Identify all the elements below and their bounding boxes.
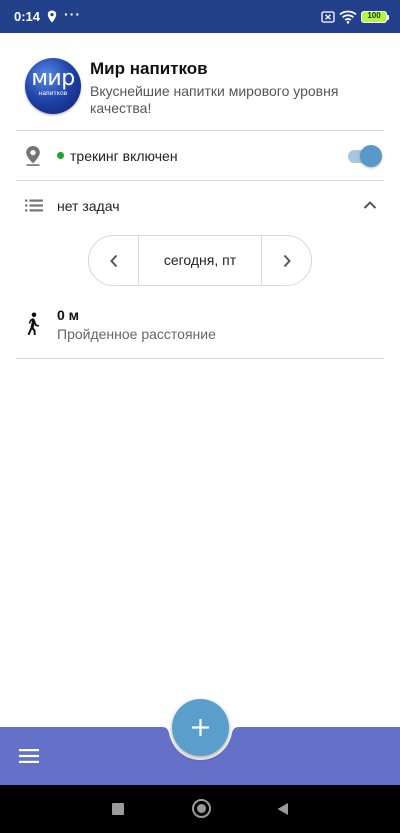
tracking-status-dot [57, 152, 64, 159]
divider [16, 358, 384, 359]
date-navigator: сегодня, пт [88, 235, 312, 286]
distance-value: 0 м [57, 307, 80, 323]
location-status-icon [47, 10, 57, 23]
status-time: 0:14 [14, 9, 41, 24]
map-pin-icon [26, 146, 40, 166]
next-day-button[interactable] [262, 236, 311, 285]
home-icon [197, 804, 206, 813]
more-notifications-icon: ··· [64, 6, 81, 22]
current-date[interactable]: сегодня, пт [139, 236, 261, 285]
tasks-label: нет задач [57, 198, 120, 214]
battery-tip [387, 15, 389, 20]
logo-word: мир [31, 66, 75, 91]
no-sim-icon [321, 11, 335, 23]
wifi-icon [339, 10, 357, 24]
recent-apps-button[interactable] [112, 803, 124, 815]
list-icon [25, 199, 43, 212]
home-button[interactable] [192, 799, 211, 818]
back-button[interactable] [276, 802, 289, 816]
toggle-thumb [360, 145, 382, 167]
status-bar: 0:14 ··· 100 [0, 0, 400, 33]
add-button[interactable] [172, 699, 229, 756]
battery-level: 100 [367, 11, 381, 20]
tracking-toggle[interactable] [346, 143, 382, 169]
chevron-left-icon [110, 254, 118, 268]
distance-label: Пройденное расстояние [57, 326, 216, 342]
chevron-up-icon[interactable] [362, 199, 378, 211]
menu-button[interactable] [12, 740, 46, 772]
plus-icon [192, 719, 209, 736]
hamburger-menu-icon [19, 749, 39, 763]
divider [16, 130, 384, 131]
previous-day-button[interactable] [89, 236, 138, 285]
brand-logo: мир напитков [25, 58, 81, 114]
system-navigation-bar [0, 785, 400, 833]
logo-subtext: напитков [38, 90, 68, 97]
tracking-label: трекинг включен [70, 148, 178, 164]
walking-person-icon [27, 312, 39, 336]
app-title: Мир напитков [90, 59, 208, 78]
battery-icon: 100 [361, 11, 387, 23]
chevron-right-icon [283, 254, 291, 268]
app-subtitle: Вкуснейшие напитки мирового уровня качес… [90, 83, 339, 116]
divider [16, 180, 384, 181]
